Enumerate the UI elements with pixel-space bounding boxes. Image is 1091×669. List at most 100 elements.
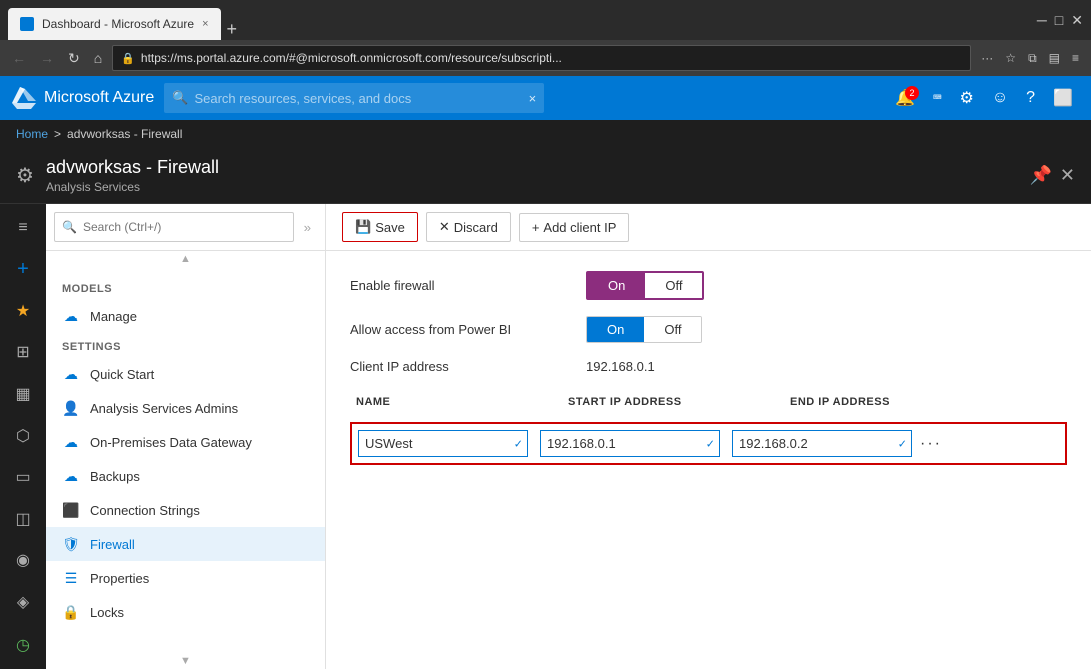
page-title: advworksas - Firewall	[46, 157, 219, 178]
tab-close-button[interactable]: ×	[202, 18, 208, 30]
nav-allresources-button[interactable]: ▦	[3, 374, 43, 414]
nav-hamburger-button[interactable]: ≡	[3, 208, 43, 248]
sidebar-item-quickstart-label: Quick Start	[90, 367, 154, 382]
name-input[interactable]	[358, 430, 528, 457]
nav-dashboard-button[interactable]: ⊞	[3, 333, 43, 373]
close-panel-button[interactable]: ✕	[1060, 165, 1075, 186]
client-ip-row: Client IP address 192.168.0.1	[350, 359, 1067, 374]
active-tab[interactable]: Dashboard - Microsoft Azure ×	[8, 8, 221, 40]
content-toolbar: 💾 Save ✕ Discard + Add client IP	[326, 204, 1091, 251]
sidebar-section-models: MODELS	[46, 275, 325, 299]
sidebar-item-locks[interactable]: 🔒 Locks	[46, 595, 325, 629]
search-clear-icon[interactable]: ×	[529, 91, 537, 106]
window-close-button[interactable]: ✕	[1071, 12, 1083, 29]
page-header-actions: 📌 ✕	[1029, 165, 1075, 186]
notifications-button[interactable]: 🔔 2	[889, 84, 921, 112]
ellipsis-button[interactable]: ···	[977, 49, 997, 68]
cloud-shell-button[interactable]: ⌨	[927, 86, 947, 110]
browser-menu-button[interactable]: ≡	[1068, 49, 1083, 68]
nav-favorites-button[interactable]: ★	[3, 291, 43, 331]
client-ip-value: 192.168.0.1	[586, 359, 655, 374]
firewall-off-button[interactable]: Off	[645, 273, 702, 298]
sidebar-item-gateway[interactable]: ☁ On-Premises Data Gateway	[46, 425, 325, 459]
home-button[interactable]: ⌂	[90, 46, 106, 70]
sidebar-item-properties-label: Properties	[90, 571, 149, 586]
nav-security-button[interactable]: ◈	[3, 582, 43, 622]
back-button[interactable]: ←	[8, 46, 30, 70]
breadcrumb-home-link[interactable]: Home	[16, 127, 48, 141]
sidebar-search-icon: 🔍	[62, 220, 77, 234]
notifications-badge: 2	[905, 86, 919, 100]
feedback-button[interactable]: ⬜	[1047, 84, 1079, 112]
sidebar-item-backups[interactable]: ☁ Backups	[46, 459, 325, 493]
nav-cost-button[interactable]: ◷	[3, 625, 43, 665]
ssl-lock-icon: 🔒	[121, 52, 135, 65]
nav-sql-button[interactable]: ▭	[3, 457, 43, 497]
locks-icon: 🔒	[62, 603, 80, 621]
sidebar-search-row: 🔍 »	[54, 212, 317, 242]
add-client-ip-label: Add client IP	[543, 220, 616, 235]
icon-nav: ≡ + ★ ⊞ ▦ ⬡ ▭ ◫ ◉ ◈ ◷	[0, 204, 46, 669]
sidebar-collapse-button[interactable]: »	[298, 220, 317, 235]
sidebar-search-input[interactable]	[54, 212, 294, 242]
tab-favicon	[20, 17, 34, 31]
sidebar-item-locks-label: Locks	[90, 605, 124, 620]
sidebar-item-connstrings[interactable]: ⬛ Connection Strings	[46, 493, 325, 527]
sidebar-item-connstrings-label: Connection Strings	[90, 503, 200, 518]
enable-firewall-row: Enable firewall On Off	[350, 271, 1067, 300]
col-end-header: END IP ADDRESS	[790, 396, 1000, 408]
discard-button[interactable]: ✕ Discard	[426, 212, 511, 242]
bookmark-button[interactable]: ☆	[1001, 49, 1020, 68]
discard-icon: ✕	[439, 219, 450, 235]
azure-search-bar[interactable]: 🔍 ×	[164, 83, 544, 113]
sidebar-scroll-up[interactable]: ▲	[46, 251, 325, 267]
sidebar-item-properties[interactable]: ☰ Properties	[46, 561, 325, 595]
firewall-on-button[interactable]: On	[588, 273, 645, 298]
azure-logo: Microsoft Azure	[12, 87, 154, 109]
browser-chrome: Dashboard - Microsoft Azure × + ─ □ ✕	[0, 0, 1091, 40]
minimize-button[interactable]: ─	[1037, 12, 1047, 28]
save-label: Save	[375, 220, 405, 235]
search-input[interactable]	[194, 91, 522, 106]
right-section: Home > advworksas - Firewall ⚙ advworksa…	[0, 120, 1091, 669]
sidebar-item-admins-label: Analysis Services Admins	[90, 401, 238, 416]
nav-create-button[interactable]: +	[3, 250, 43, 290]
manage-icon: ☁	[62, 307, 80, 325]
nav-monitor-button[interactable]: ◫	[3, 499, 43, 539]
sidebar-search-wrap: 🔍	[54, 212, 294, 242]
end-ip-input[interactable]	[732, 430, 912, 457]
sidebar-scroll-down[interactable]: ▼	[46, 653, 325, 669]
powerbi-on-button[interactable]: On	[587, 317, 644, 342]
refresh-button[interactable]: ↻	[64, 46, 84, 71]
sidebar-item-quickstart[interactable]: ☁ Quick Start	[46, 357, 325, 391]
smiley-button[interactable]: ☺	[986, 85, 1014, 111]
row-more-options-button[interactable]: ···	[912, 431, 950, 457]
nav-resourcegroups-button[interactable]: ⬡	[3, 416, 43, 456]
new-tab-button[interactable]: +	[221, 19, 244, 40]
body-area: ≡ + ★ ⊞ ▦ ⬡ ▭ ◫ ◉ ◈ ◷ 🔍	[0, 204, 1091, 669]
backups-icon: ☁	[62, 467, 80, 485]
maximize-button[interactable]: □	[1055, 12, 1063, 28]
name-cell: ✓	[358, 430, 528, 457]
app-window: Dashboard - Microsoft Azure × + ─ □ ✕ ← …	[0, 0, 1091, 669]
pin-button[interactable]: 📌	[1029, 165, 1051, 186]
sidebar-item-backups-label: Backups	[90, 469, 140, 484]
help-button[interactable]: ?	[1020, 85, 1041, 111]
add-client-ip-button[interactable]: + Add client IP	[519, 213, 630, 242]
start-ip-input[interactable]	[540, 430, 720, 457]
settings-button[interactable]: ⚙	[953, 84, 979, 112]
power-bi-label: Allow access from Power BI	[350, 322, 570, 337]
extensions-button[interactable]: ⧉	[1024, 49, 1041, 68]
forward-button[interactable]: →	[36, 46, 58, 70]
sidebar-toggle-button[interactable]: ▤	[1045, 49, 1064, 68]
sidebar-item-firewall[interactable]: 🛡 Firewall	[46, 527, 325, 561]
sidebar-search-container: 🔍 »	[46, 204, 325, 251]
powerbi-off-button[interactable]: Off	[644, 317, 701, 342]
save-button[interactable]: 💾 Save	[342, 212, 418, 242]
sidebar-item-manage[interactable]: ☁ Manage	[46, 299, 325, 333]
sidebar-item-admins[interactable]: 👤 Analysis Services Admins	[46, 391, 325, 425]
browser-tabs: Dashboard - Microsoft Azure × +	[8, 0, 243, 40]
add-ip-icon: +	[532, 220, 540, 235]
nav-advisor-button[interactable]: ◉	[3, 540, 43, 580]
client-ip-label: Client IP address	[350, 359, 570, 374]
